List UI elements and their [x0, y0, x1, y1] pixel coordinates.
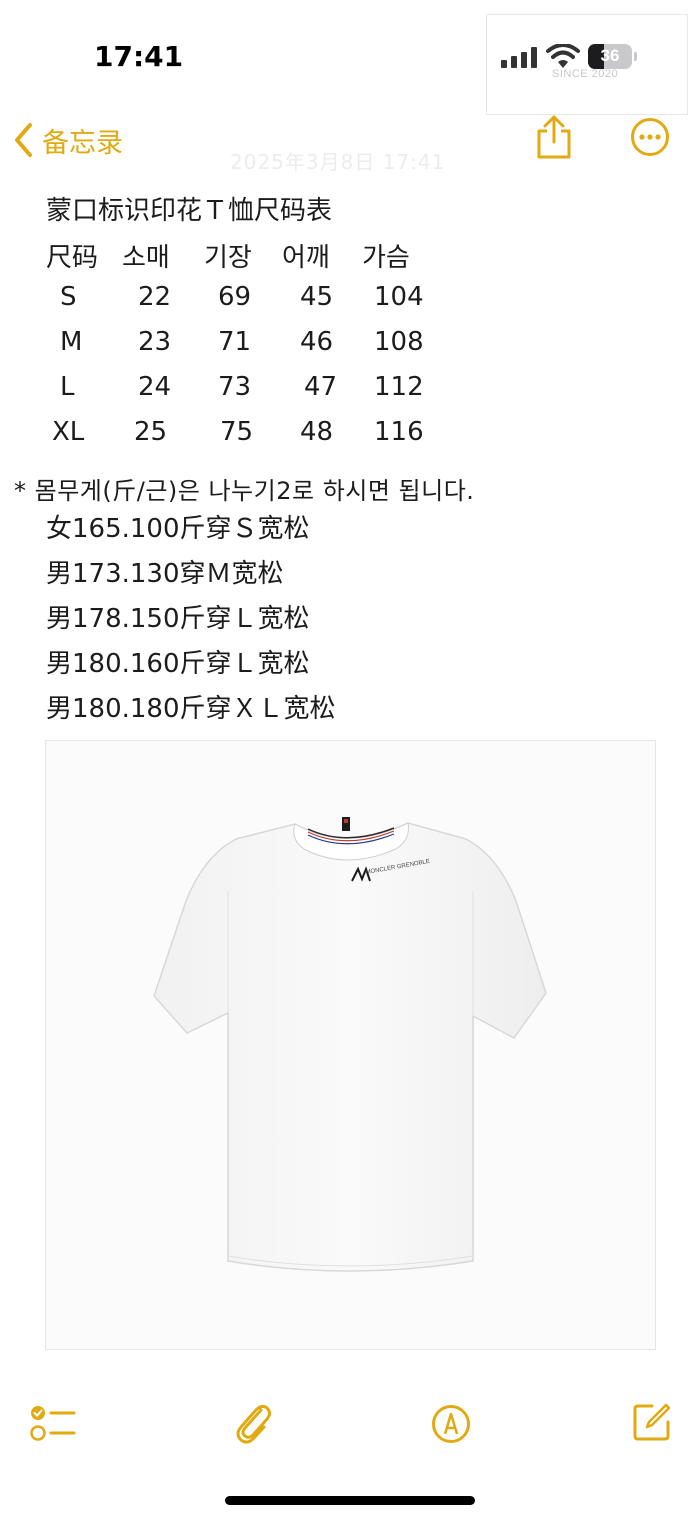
recommendation-line: 男178.150斤穿Ｌ宽松 [46, 604, 310, 634]
paperclip-icon[interactable] [234, 1402, 274, 1444]
home-indicator[interactable] [225, 1496, 475, 1505]
table-cell: XL [52, 417, 85, 447]
chevron-left-icon [15, 123, 32, 157]
more-options-icon[interactable] [630, 117, 670, 157]
share-icon[interactable] [534, 114, 574, 160]
status-time: 17:41 [94, 40, 184, 73]
tshirt-illustration: MONCLER GRENOBLE [46, 741, 655, 1349]
battery-level: 36 [600, 46, 620, 65]
table-cell: 24 [138, 372, 172, 402]
bottom-toolbar [0, 1380, 700, 1470]
watermark-text: SINCE 2020 [552, 68, 619, 80]
table-header-length: 기장 [204, 243, 252, 273]
cellular-signal-icon [501, 46, 539, 68]
battery-tip [634, 52, 637, 61]
table-cell: 73 [218, 372, 252, 402]
table-cell: 25 [134, 417, 168, 447]
table-cell: 108 [374, 327, 424, 357]
table-cell: 104 [374, 282, 424, 312]
table-header-sleeve: 소매 [122, 243, 170, 273]
wifi-icon [546, 44, 580, 68]
note-title: 蒙口标识印花Ｔ恤尺码表 [46, 196, 333, 226]
table-cell: 75 [220, 417, 254, 447]
recommendation-line: 男180.180斤穿ＸＬ宽松 [46, 694, 336, 724]
table-header-size: 尺码 [46, 243, 99, 273]
table-cell: 71 [218, 327, 252, 357]
checklist-icon[interactable] [30, 1404, 76, 1442]
back-button[interactable]: 备忘录 [12, 117, 123, 163]
markup-pen-icon[interactable] [431, 1404, 471, 1444]
table-cell: 112 [374, 372, 424, 402]
table-cell: 69 [218, 282, 252, 312]
table-cell: 48 [300, 417, 334, 447]
table-header-shoulder: 어깨 [282, 243, 330, 273]
table-cell: M [60, 327, 83, 357]
recommendation-line: 男173.130穿Ｍ宽松 [46, 559, 284, 589]
table-cell: 116 [374, 417, 424, 447]
compose-icon[interactable] [632, 1402, 672, 1442]
table-cell: L [60, 372, 75, 402]
table-cell: 22 [138, 282, 172, 312]
table-cell: 47 [304, 372, 338, 402]
status-bar: 17:41 36 SINCE 2020 [0, 0, 700, 115]
back-label: 备忘录 [42, 127, 123, 159]
recommendation-line: 男180.160斤穿Ｌ宽松 [46, 649, 310, 679]
note-date: 2025年3月8日 17:41 [230, 150, 446, 174]
table-cell: S [60, 282, 77, 312]
table-header-chest: 가슴 [362, 243, 410, 273]
battery-icon: 36 [588, 44, 632, 69]
weight-note: * 몸무게(斤/근)은 나누기2로 하시면 됩니다. [14, 477, 475, 505]
table-cell: 46 [300, 327, 334, 357]
tshirt-photo[interactable]: MONCLER GRENOBLE [45, 740, 656, 1350]
recommendation-line: 女165.100斤穿Ｓ宽松 [46, 514, 310, 544]
table-cell: 45 [300, 282, 334, 312]
table-cell: 23 [138, 327, 172, 357]
